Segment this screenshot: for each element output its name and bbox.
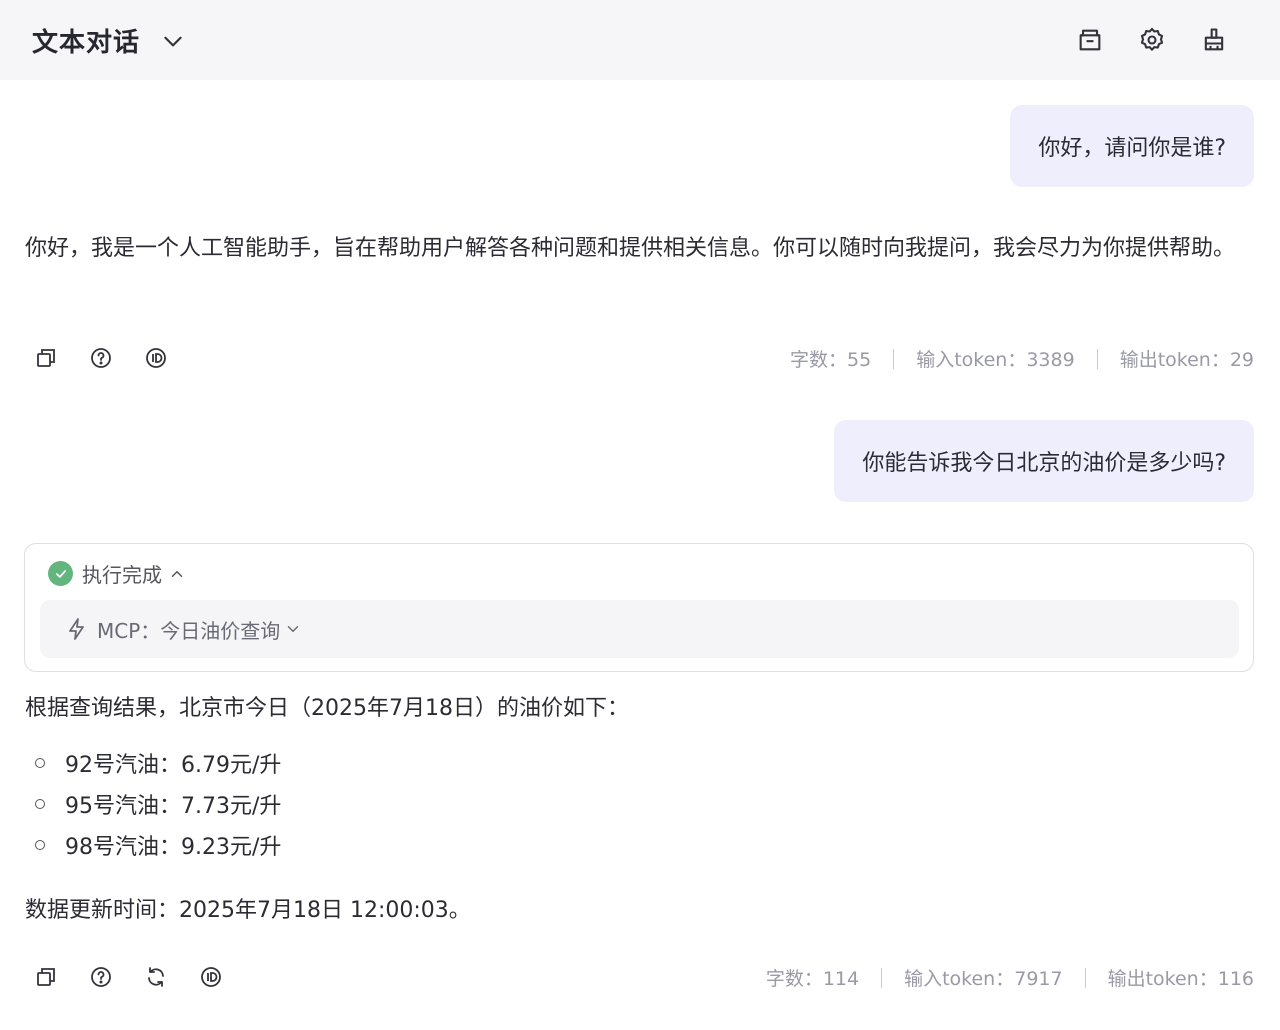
assistant-message-intro: 根据查询结果，北京市今日（2025年7月18日）的油价如下： [25,696,629,721]
help-button[interactable] [85,344,117,372]
clear-icon [1204,28,1224,51]
id-icon [146,348,166,368]
divider [881,967,883,988]
user-message-text: 你好，请问你是谁? [1038,136,1226,161]
mcp-tool-call[interactable]: MCP：今日油价查询 [40,600,1239,658]
id-button[interactable] [195,963,227,991]
chevron-down-icon[interactable] [160,28,186,54]
user-message: 你能告诉我今日北京的油价是多少吗? [834,420,1254,502]
divider [893,348,895,369]
message-actions [30,963,227,991]
header-actions [1074,24,1230,56]
char-count: 字数：55 [790,349,872,371]
question-icon [91,967,111,987]
copy-button[interactable] [30,963,62,991]
copy-icon [37,349,55,367]
id-button[interactable] [140,344,172,372]
list-item: 95号汽油：7.73元/升 [35,783,281,824]
gear-icon [1140,27,1164,51]
divider [1096,348,1098,369]
settings-button[interactable] [1136,24,1168,56]
input-token-count: 输入token：7917 [904,968,1063,990]
tool-status-toggle[interactable]: 执行完成 [48,559,186,588]
price-text: 98号汽油：9.23元/升 [65,834,282,860]
divider [1084,967,1086,988]
refresh-icon [148,967,164,987]
chevron-down-icon [288,626,299,632]
price-text: 92号汽油：6.79元/升 [65,752,282,778]
user-message: 你好，请问你是谁? [1010,105,1254,187]
regenerate-button[interactable] [140,963,172,991]
top-bar: 文本对话 [0,0,1280,80]
question-icon [91,348,111,368]
history-button[interactable] [1074,24,1106,56]
message-stats: 字数：55 输入token：3389 输出token：29 [790,345,1254,372]
bullet-icon [35,798,45,809]
message-actions [30,344,172,372]
mcp-tool-label: MCP：今日油价查询 [97,618,281,643]
clear-chat-button[interactable] [1198,24,1230,56]
tool-call-card: 执行完成 MCP：今日油价查询 [24,543,1254,672]
price-list: 92号汽油：6.79元/升 95号汽油：7.73元/升 98号汽油：9.23元/… [35,742,281,865]
copy-icon [37,968,55,986]
tool-status-label: 执行完成 [82,563,162,587]
id-icon [201,967,221,987]
chevron-up-icon [171,570,183,577]
help-button[interactable] [85,963,117,991]
page-title[interactable]: 文本对话 [32,22,140,59]
lightning-icon [69,618,84,640]
message-stats: 字数：114 输入token：7917 输出token：116 [766,964,1254,991]
assistant-message: 你好，我是一个人工智能助手，旨在帮助用户解答各种问题和提供相关信息。你可以随时向… [25,236,1236,261]
output-token-count: 输出token：116 [1107,968,1254,990]
user-message-text: 你能告诉我今日北京的油价是多少吗? [862,451,1226,476]
price-text: 95号汽油：7.73元/升 [65,793,282,819]
list-item: 92号汽油：6.79元/升 [35,742,281,783]
check-circle-icon [48,561,73,586]
history-icon [1079,29,1101,51]
update-time-text: 数据更新时间：2025年7月18日 12:00:03。 [25,898,471,923]
list-item: 98号汽油：9.23元/升 [35,824,281,865]
copy-button[interactable] [30,344,62,372]
input-token-count: 输入token：3389 [916,349,1075,371]
bullet-icon [35,839,45,850]
char-count: 字数：114 [765,968,860,990]
bullet-icon [35,757,45,768]
output-token-count: 输出token：29 [1119,349,1254,371]
